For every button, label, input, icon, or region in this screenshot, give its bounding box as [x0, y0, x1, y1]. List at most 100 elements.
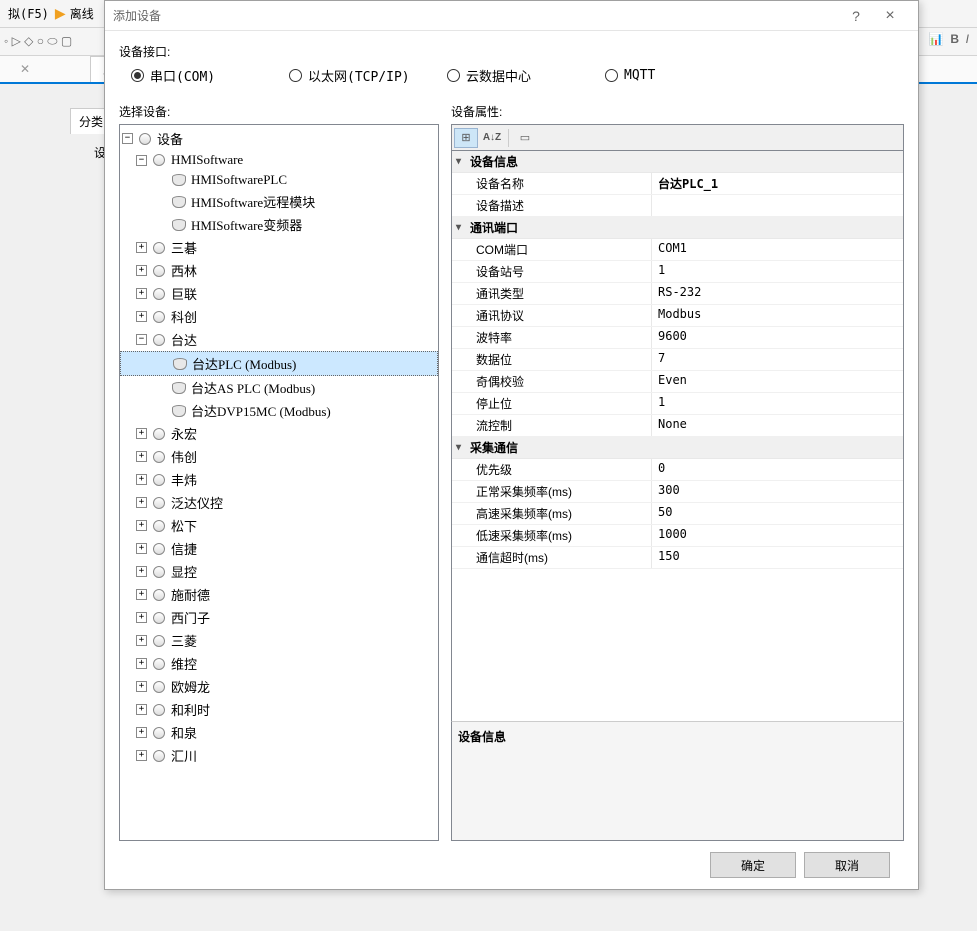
- bold-button[interactable]: B: [950, 32, 959, 46]
- property-value[interactable]: 9600: [652, 327, 903, 348]
- tree-node[interactable]: +信捷: [120, 537, 438, 560]
- collapse-icon[interactable]: −: [122, 133, 133, 144]
- expand-icon[interactable]: +: [136, 474, 147, 485]
- dialog-titlebar[interactable]: 添加设备 ? ×: [105, 1, 918, 31]
- expand-icon[interactable]: +: [136, 704, 147, 715]
- tree-node[interactable]: +丰炜: [120, 468, 438, 491]
- tree-node[interactable]: +科创: [120, 305, 438, 328]
- tree-node[interactable]: +松下: [120, 514, 438, 537]
- expand-icon[interactable]: +: [136, 566, 147, 577]
- tree-node[interactable]: +永宏: [120, 422, 438, 445]
- interface-radio-1[interactable]: 以太网(TCP/IP): [289, 66, 429, 85]
- bg-offline-button[interactable]: 离线: [66, 3, 98, 24]
- expand-icon[interactable]: +: [136, 727, 147, 738]
- property-row[interactable]: 通信超时(ms)150: [452, 547, 903, 569]
- help-button[interactable]: ?: [842, 8, 870, 24]
- tree-node[interactable]: +西门子: [120, 606, 438, 629]
- expand-icon[interactable]: +: [136, 428, 147, 439]
- interface-radio-0[interactable]: 串口(COM): [131, 66, 271, 85]
- property-value[interactable]: COM1: [652, 239, 903, 260]
- expand-icon[interactable]: +: [136, 451, 147, 462]
- tree-leaf[interactable]: HMISoftware远程模块: [120, 190, 438, 213]
- property-value[interactable]: 1000: [652, 525, 903, 546]
- property-row[interactable]: 奇偶校验Even: [452, 371, 903, 393]
- tree-node[interactable]: +三碁: [120, 236, 438, 259]
- property-row[interactable]: 低速采集频率(ms)1000: [452, 525, 903, 547]
- property-category[interactable]: ▾采集通信: [452, 437, 903, 459]
- tree-node[interactable]: +和利时: [120, 698, 438, 721]
- property-row[interactable]: 设备描述: [452, 195, 903, 217]
- property-row[interactable]: 通讯协议Modbus: [452, 305, 903, 327]
- prop-alphabetical-button[interactable]: A↓Z: [480, 128, 504, 148]
- expand-icon[interactable]: +: [136, 750, 147, 761]
- property-value[interactable]: 0: [652, 459, 903, 480]
- expand-icon[interactable]: +: [136, 681, 147, 692]
- tree-root[interactable]: −设备: [120, 127, 438, 150]
- cancel-button[interactable]: 取消: [804, 852, 890, 878]
- tree-node[interactable]: +伟创: [120, 445, 438, 468]
- collapse-icon[interactable]: −: [136, 155, 147, 166]
- expand-icon[interactable]: +: [136, 311, 147, 322]
- expand-icon[interactable]: +: [136, 658, 147, 669]
- expand-icon[interactable]: +: [136, 589, 147, 600]
- property-row[interactable]: 流控制None: [452, 415, 903, 437]
- property-row[interactable]: 设备名称台达PLC_1: [452, 173, 903, 195]
- property-value[interactable]: RS-232: [652, 283, 903, 304]
- tree-node[interactable]: +汇川: [120, 744, 438, 767]
- tree-node[interactable]: +泛达仪控: [120, 491, 438, 514]
- tree-node[interactable]: +欧姆龙: [120, 675, 438, 698]
- expand-icon[interactable]: +: [136, 543, 147, 554]
- property-row[interactable]: 波特率9600: [452, 327, 903, 349]
- property-value[interactable]: 50: [652, 503, 903, 524]
- tree-node[interactable]: +和泉: [120, 721, 438, 744]
- interface-radio-3[interactable]: MQTT: [605, 66, 745, 85]
- tree-node[interactable]: +施耐德: [120, 583, 438, 606]
- prop-pages-button[interactable]: ▭: [513, 128, 537, 148]
- property-row[interactable]: 数据位7: [452, 349, 903, 371]
- tree-node[interactable]: +西林: [120, 259, 438, 282]
- property-row[interactable]: 高速采集频率(ms)50: [452, 503, 903, 525]
- tree-node[interactable]: −HMISoftware: [120, 150, 438, 170]
- property-row[interactable]: 通讯类型RS-232: [452, 283, 903, 305]
- property-value[interactable]: 150: [652, 547, 903, 568]
- play-icon[interactable]: ▶: [55, 5, 66, 22]
- tree-leaf[interactable]: HMISoftware变频器: [120, 213, 438, 236]
- device-tree[interactable]: −设备−HMISoftwareHMISoftwarePLCHMISoftware…: [119, 124, 439, 841]
- tree-node[interactable]: −台达: [120, 328, 438, 351]
- property-value[interactable]: Modbus: [652, 305, 903, 326]
- bg-simulate-button[interactable]: 拟(F5): [4, 3, 53, 24]
- property-row[interactable]: 设备站号1: [452, 261, 903, 283]
- tree-leaf[interactable]: 台达PLC (Modbus): [120, 351, 438, 376]
- ok-button[interactable]: 确定: [710, 852, 796, 878]
- tree-node[interactable]: +巨联: [120, 282, 438, 305]
- close-button[interactable]: ×: [870, 7, 910, 25]
- expand-icon[interactable]: +: [136, 242, 147, 253]
- property-category[interactable]: ▾通讯端口: [452, 217, 903, 239]
- property-category[interactable]: ▾设备信息: [452, 151, 903, 173]
- shape-tools[interactable]: ◦ ▷ ◇ ○ ⬭ ▢: [0, 34, 72, 49]
- tree-node[interactable]: +维控: [120, 652, 438, 675]
- tree-node[interactable]: +显控: [120, 560, 438, 583]
- property-grid[interactable]: ▾设备信息设备名称台达PLC_1设备描述▾通讯端口COM端口COM1设备站号1通…: [451, 150, 904, 722]
- tree-leaf[interactable]: HMISoftwarePLC: [120, 170, 438, 190]
- expand-icon[interactable]: +: [136, 635, 147, 646]
- tree-leaf[interactable]: 台达AS PLC (Modbus): [120, 376, 438, 399]
- collapse-icon[interactable]: −: [136, 334, 147, 345]
- expand-icon[interactable]: +: [136, 288, 147, 299]
- property-value[interactable]: 300: [652, 481, 903, 502]
- tree-leaf[interactable]: 台达DVP15MC (Modbus): [120, 399, 438, 422]
- property-value[interactable]: 7: [652, 349, 903, 370]
- prop-categorized-button[interactable]: ⊞: [454, 128, 478, 148]
- interface-radio-2[interactable]: 云数据中心: [447, 66, 587, 85]
- expand-icon[interactable]: +: [136, 497, 147, 508]
- property-value[interactable]: None: [652, 415, 903, 436]
- chart-icon[interactable]: 📊: [929, 32, 944, 46]
- close-tab-icon[interactable]: ✕: [20, 62, 30, 76]
- property-row[interactable]: 优先级0: [452, 459, 903, 481]
- expand-icon[interactable]: +: [136, 520, 147, 531]
- tree-node[interactable]: +三菱: [120, 629, 438, 652]
- property-value[interactable]: [652, 195, 903, 216]
- expand-icon[interactable]: +: [136, 612, 147, 623]
- italic-button[interactable]: I: [966, 32, 969, 46]
- property-row[interactable]: 停止位1: [452, 393, 903, 415]
